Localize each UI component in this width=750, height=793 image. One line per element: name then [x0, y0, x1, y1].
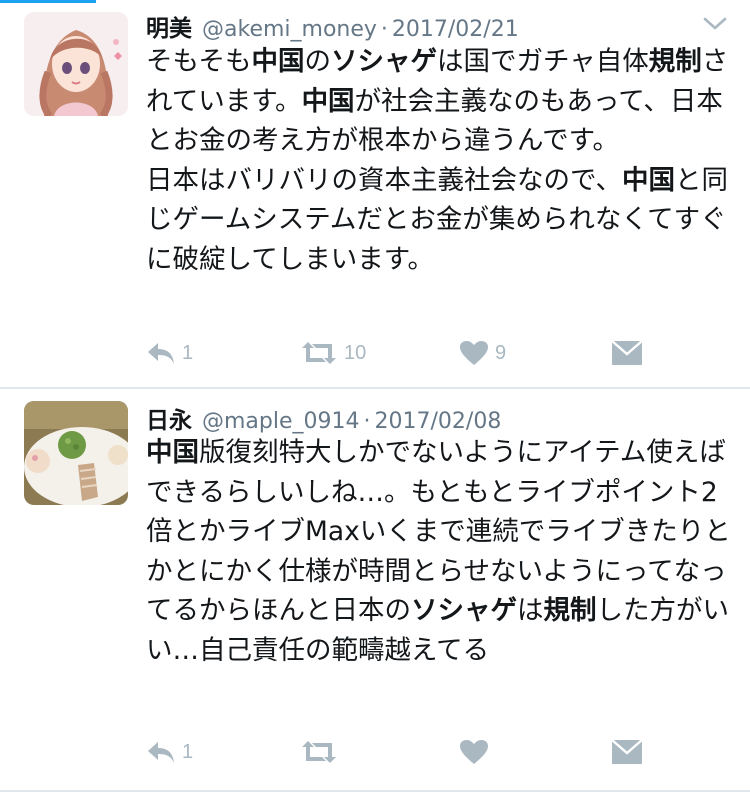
username-handle[interactable]: @maple_0914 — [202, 409, 360, 434]
retweet-button[interactable]: 10 — [300, 336, 366, 370]
text-run: 日本はバリバリの資本主義社会なので、 — [146, 164, 622, 196]
display-name[interactable]: 日永 — [146, 401, 192, 435]
chevron-down-icon[interactable] — [702, 14, 728, 34]
tweet-actions: 1 10 9 — [146, 336, 646, 370]
highlighted-term: 中国 — [301, 85, 355, 117]
direct-message-icon — [611, 340, 643, 366]
heart-icon — [459, 340, 489, 366]
reply-button[interactable]: 1 — [146, 735, 193, 769]
reply-icon — [146, 739, 176, 765]
like-button[interactable]: 9 — [459, 336, 506, 370]
reply-count: 1 — [182, 341, 194, 364]
text-run: は国でガチャ自体 — [436, 46, 649, 77]
tweet-header: 明美 @akemi_money · 2017/02/21 — [146, 9, 519, 43]
highlighted-term: ソシャゲ — [330, 46, 437, 77]
highlighted-term: ソシャゲ — [411, 595, 517, 626]
reply-button[interactable]: 1 — [146, 336, 193, 370]
heart-icon — [459, 739, 489, 765]
retweet-icon — [300, 739, 338, 765]
like-button[interactable] — [459, 735, 495, 769]
avatar[interactable] — [24, 401, 128, 505]
direct-message-icon — [611, 739, 643, 765]
highlighted-term: 規制 — [648, 46, 702, 77]
tweet[interactable]: 日永 @maple_0914 · 2017/02/08 中国版復刻特大しかでない… — [0, 389, 750, 793]
reply-count: 1 — [182, 740, 194, 763]
tweet-text: そもそも中国のソシャゲは国でガチャ自体規制されています。中国が社会主義なのもあっ… — [146, 42, 731, 279]
retweet-icon — [300, 340, 338, 366]
tweet-date[interactable]: 2017/02/08 — [375, 409, 502, 434]
tweet-header: 日永 @maple_0914 · 2017/02/08 — [146, 401, 502, 435]
retweet-count: 10 — [344, 341, 367, 364]
username-handle[interactable]: @akemi_money — [202, 17, 377, 42]
text-run: の — [304, 46, 331, 77]
text-run: そもそも — [146, 46, 252, 77]
tweet[interactable]: 明美 @akemi_money · 2017/02/21 そもそも中国のソシャゲ… — [0, 0, 750, 388]
reply-icon — [146, 340, 176, 366]
highlighted-term: 中国 — [621, 164, 675, 196]
highlighted-term: 中国 — [251, 46, 305, 77]
separator: · — [363, 409, 371, 434]
direct-message-button[interactable] — [611, 336, 643, 370]
separator: · — [380, 17, 388, 42]
tweet-text: 中国版復刻特大しかでないようにアイテム使えばできるらしいしね…。もともとライブポ… — [146, 433, 731, 670]
retweet-button[interactable] — [300, 735, 344, 769]
like-count: 9 — [495, 341, 507, 364]
direct-message-button[interactable] — [611, 735, 643, 769]
tweet-divider — [0, 790, 750, 792]
highlighted-term: 中国 — [146, 437, 199, 468]
tweet-date[interactable]: 2017/02/21 — [392, 17, 519, 42]
avatar[interactable] — [24, 12, 128, 116]
display-name[interactable]: 明美 — [146, 9, 192, 43]
tweet-actions: 1 — [146, 735, 646, 769]
highlighted-term: 規制 — [543, 595, 597, 626]
text-run: は — [517, 595, 544, 626]
